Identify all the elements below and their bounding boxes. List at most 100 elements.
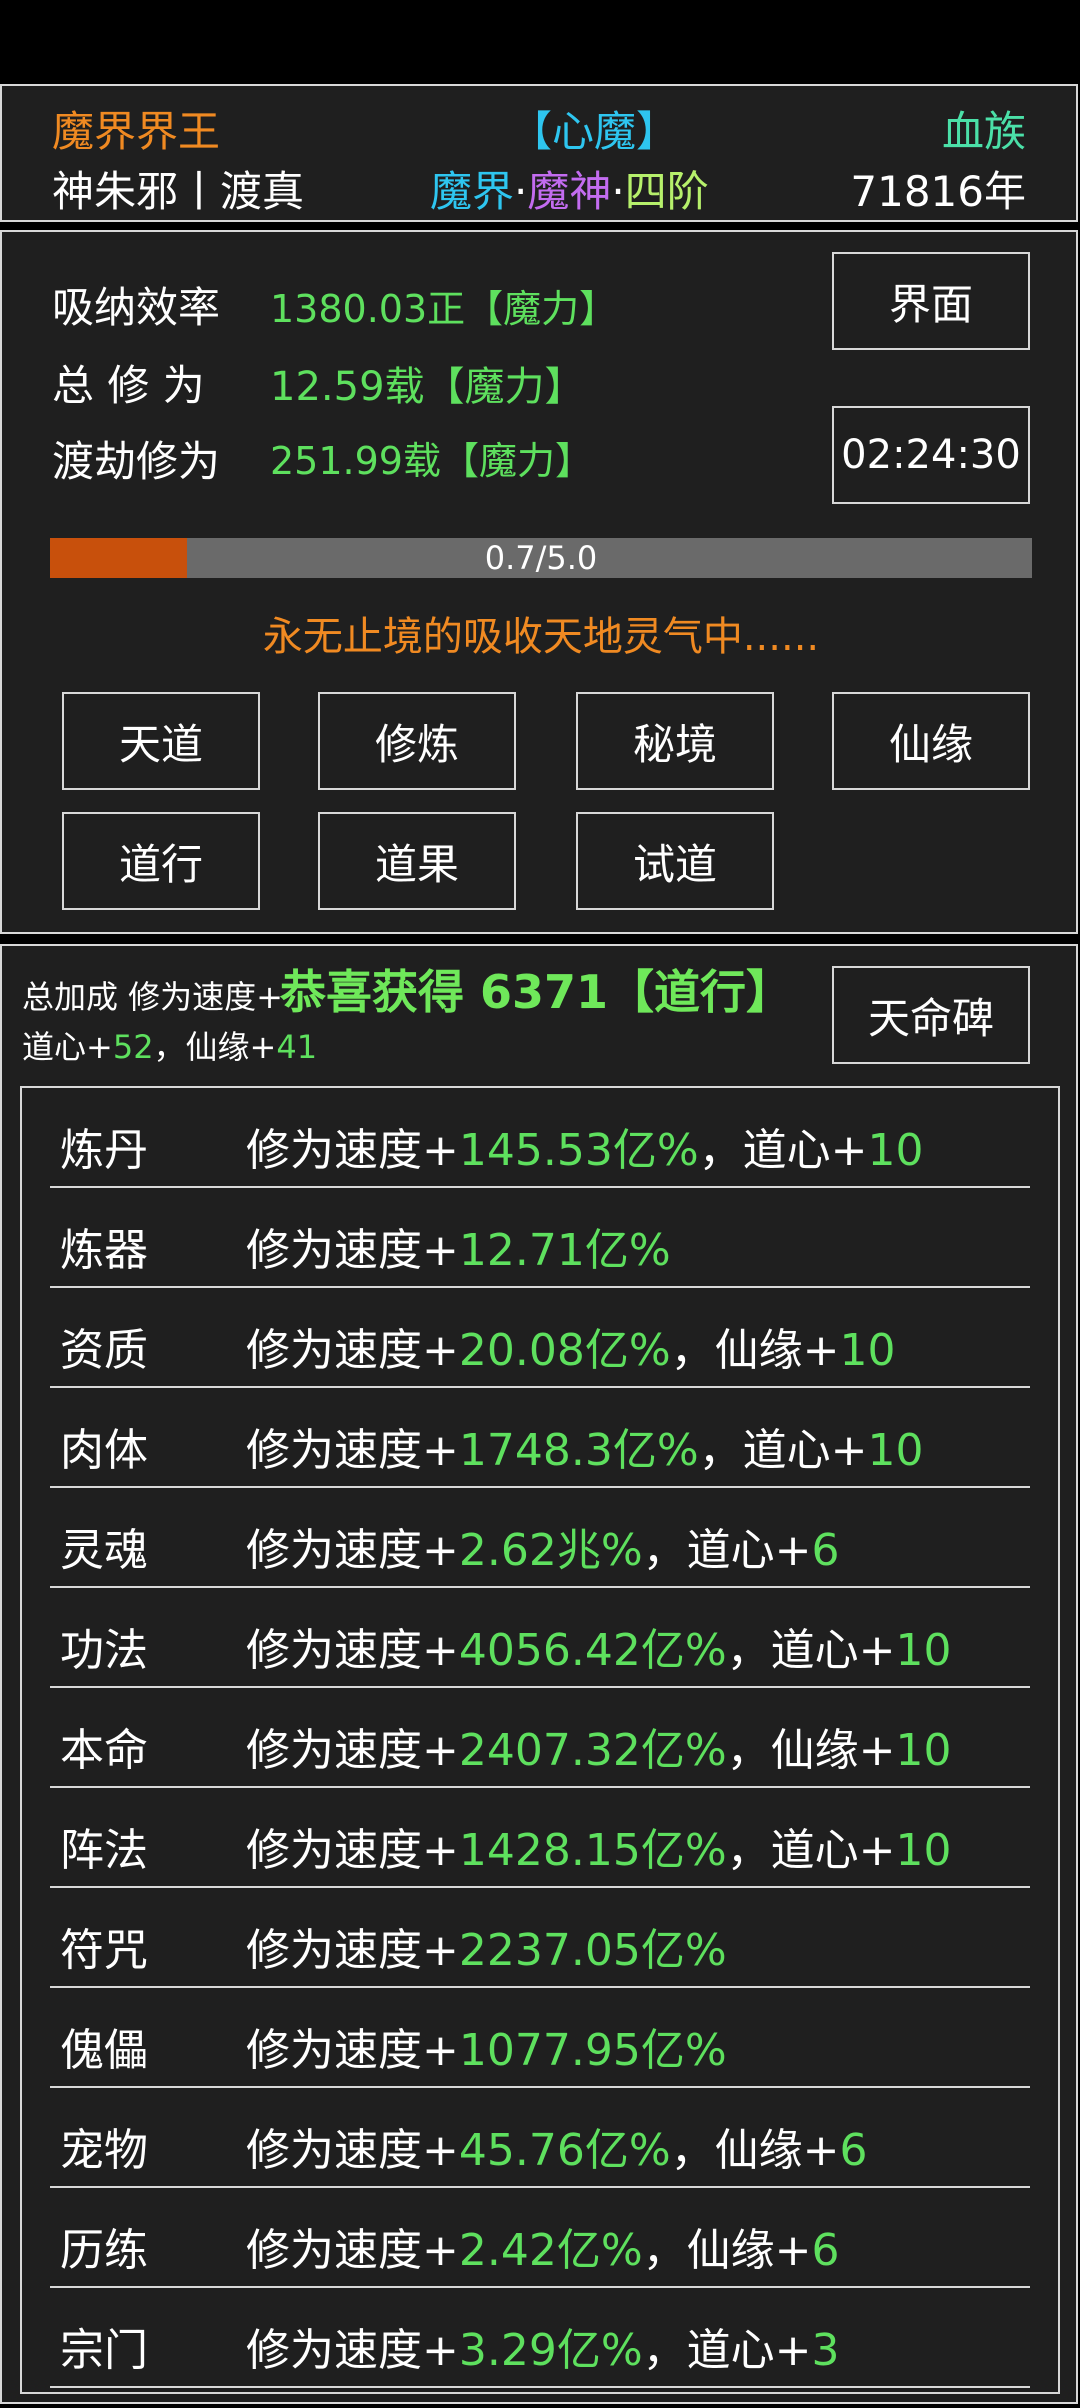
realm-rank: 魔神 (527, 167, 612, 216)
bonus-row: 傀儡 修为速度+1077.95亿% (50, 1988, 1030, 2088)
bonus-source-name: 傀儡 (60, 2025, 148, 2076)
effect-value: 145.53亿% (458, 1125, 699, 1176)
effect-value: 4056.42亿% (458, 1625, 727, 1676)
extra-value: 10 (839, 1325, 896, 1376)
daoguo-button[interactable]: 道果 (318, 812, 516, 910)
extra-label: ，道心+ (698, 1425, 868, 1476)
cultivate-button[interactable]: 修炼 (318, 692, 516, 790)
bonus-effect: 修为速度+1748.3亿%，道心+10 (246, 1414, 924, 1478)
bonus-row: 灵魂 修为速度+2.62兆%，道心+6 (50, 1488, 1030, 1588)
trial-button[interactable]: 试道 (576, 812, 774, 910)
bonus-row: 资质 修为速度+20.08亿%，仙缘+10 (50, 1288, 1030, 1388)
interface-button[interactable]: 界面 (832, 252, 1030, 350)
bonus-effect: 修为速度+45.76亿%，仙缘+6 (246, 2114, 868, 2178)
effect-value: 45.76亿% (458, 2125, 671, 2176)
effect-value: 3.29亿% (458, 2325, 643, 2376)
bonus-row: 历练 修为速度+2.42亿%，仙缘+6 (50, 2188, 1030, 2288)
absorb-label: 吸纳效率 (52, 283, 221, 332)
extra-value: 10 (895, 1625, 952, 1676)
bonus-source-name: 历练 (60, 2225, 148, 2276)
bonus-fate-label: ，仙缘+ (153, 1028, 277, 1066)
bonus-effect: 修为速度+2407.32亿%，仙缘+10 (246, 1714, 952, 1778)
extra-label: ，仙缘+ (726, 1725, 896, 1776)
realm-label: 魔界·魔神·四阶 (430, 158, 709, 219)
bonus-dao-heart-value: 52 (112, 1028, 154, 1066)
extra-label: ，仙缘+ (642, 2225, 812, 2276)
header-panel: 魔界界王 【心魔】 血族 神朱邪丨渡真 魔界·魔神·四阶 71816年 (0, 84, 1078, 222)
extra-label: ，道心+ (726, 1625, 896, 1676)
effect-label: 修为速度+ (246, 1525, 459, 1576)
extra-label: ，道心+ (726, 1825, 896, 1876)
effect-label: 修为速度+ (246, 1725, 459, 1776)
stats-panel: 吸纳效率 1380.03正【魔力】 总 修 为 12.59载【魔力】 渡劫修为 … (0, 230, 1078, 934)
effect-value: 20.08亿% (458, 1325, 671, 1376)
effect-value: 2407.32亿% (458, 1725, 727, 1776)
bonus-row: 肉体 修为速度+1748.3亿%，道心+10 (50, 1388, 1030, 1488)
realm-dot: · (514, 167, 528, 216)
bonus-effect: 修为速度+2.42亿%，仙缘+6 (246, 2214, 840, 2278)
character-name: 神朱邪丨渡真 (52, 167, 305, 216)
age-label: 71816年 (850, 167, 1026, 216)
effect-label: 修为速度+ (246, 1125, 459, 1176)
bonus-effect: 修为速度+1428.15亿%，道心+10 (246, 1814, 952, 1878)
fate-button[interactable]: 仙缘 (832, 692, 1030, 790)
bonus-source-name: 炼丹 (60, 1125, 148, 1176)
bonus-source-name: 肉体 (60, 1425, 148, 1476)
effect-label: 修为速度+ (246, 2225, 459, 2276)
extra-value: 3 (811, 2325, 840, 2376)
effect-label: 修为速度+ (246, 1425, 459, 1476)
bonus-panel: 总加成 修为速度+ 恭喜获得 6371【道行】 道心+52，仙缘+41 天命碑 … (0, 944, 1078, 2404)
effect-value: 1428.15亿% (458, 1825, 727, 1876)
bonus-row: 宗门 修为速度+3.29亿%，道心+3 (50, 2288, 1030, 2388)
bonus-row: 炼丹 修为速度+145.53亿%，道心+10 (50, 1088, 1030, 1188)
heart-demon-label[interactable]: 【心魔】 (510, 98, 678, 159)
extra-value: 10 (895, 1825, 952, 1876)
effect-value: 2237.05亿% (458, 1925, 727, 1976)
bonus-effect: 修为速度+2.62兆%，道心+6 (246, 1514, 840, 1578)
extra-value: 10 (867, 1125, 924, 1176)
daoxing-button[interactable]: 道行 (62, 812, 260, 910)
extra-label: ，道心+ (642, 2325, 812, 2376)
bonus-effect: 修为速度+1077.95亿% (246, 2014, 727, 2078)
total-value: 12.59载【魔力】 (270, 364, 585, 410)
realm-dot: · (611, 167, 625, 216)
effect-value: 12.71亿% (458, 1225, 671, 1276)
bonus-source-name: 阵法 (60, 1825, 148, 1876)
bonus-effect: 修为速度+145.53亿%，道心+10 (246, 1114, 924, 1178)
progress-bar: 0.7/5.0 (50, 538, 1032, 578)
bonus-source-name: 宠物 (60, 2125, 148, 2176)
extra-label: ，仙缘+ (670, 2125, 840, 2176)
tribulation-label: 渡劫修为 (52, 437, 221, 486)
bonus-effect: 修为速度+3.29亿%，道心+3 (246, 2314, 840, 2378)
bonus-effect: 修为速度+4056.42亿%，道心+10 (246, 1614, 952, 1678)
effect-label: 修为速度+ (246, 2325, 459, 2376)
effect-label: 修为速度+ (246, 2025, 459, 2076)
extra-value: 6 (811, 2225, 840, 2276)
realm-world: 魔界 (430, 167, 515, 216)
bonus-row: 符咒 修为速度+2237.05亿% (50, 1888, 1030, 1988)
tribulation-value: 251.99载【魔力】 (270, 439, 593, 483)
race-label: 血族 (941, 107, 1026, 156)
tiandao-button[interactable]: 天道 (62, 692, 260, 790)
extra-value: 10 (895, 1725, 952, 1776)
toast-message: 恭喜获得 6371【道行】 (280, 965, 793, 1019)
effect-label: 修为速度+ (246, 1825, 459, 1876)
total-label: 总 修 为 (52, 361, 205, 410)
absorb-value: 1380.03正【魔力】 (270, 287, 618, 331)
effect-label: 修为速度+ (246, 1225, 459, 1276)
extra-label: ，道心+ (642, 1525, 812, 1576)
effect-label: 修为速度+ (246, 1925, 459, 1976)
bonus-row: 宠物 修为速度+45.76亿%，仙缘+6 (50, 2088, 1030, 2188)
bonus-source-name: 资质 (60, 1325, 148, 1376)
extra-value: 6 (811, 1525, 840, 1576)
extra-label: ，道心+ (698, 1125, 868, 1176)
extra-label: ，仙缘+ (670, 1325, 840, 1376)
bonus-line2: 道心+52，仙缘+41 (22, 1022, 317, 1068)
fate-tablet-button[interactable]: 天命碑 (832, 966, 1030, 1064)
extra-value: 6 (839, 2125, 868, 2176)
bonus-source-name: 本命 (60, 1725, 148, 1776)
secret-realm-button[interactable]: 秘境 (576, 692, 774, 790)
bonus-row: 本命 修为速度+2407.32亿%，仙缘+10 (50, 1688, 1030, 1788)
status-message: 永无止境的吸收天地灵气中...... (262, 614, 820, 660)
effect-value: 2.62兆% (458, 1525, 643, 1576)
